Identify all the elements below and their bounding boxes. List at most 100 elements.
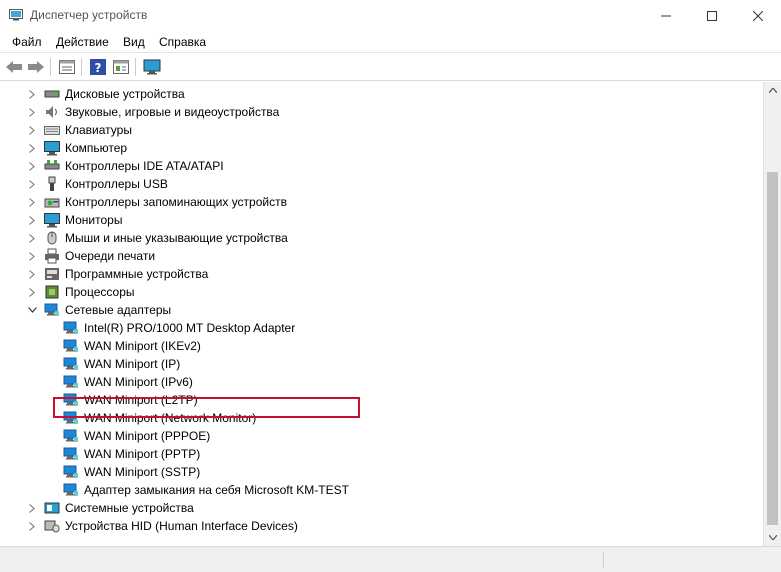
tree-item-label: Контроллеры IDE ATA/ATAPI — [65, 159, 224, 173]
tree-item-label: Сетевые адаптеры — [65, 303, 172, 317]
expand-toggle[interactable] — [27, 251, 37, 261]
view-icon — [113, 60, 129, 74]
tree-item-label: Контроллеры USB — [65, 177, 168, 191]
menu-action[interactable]: Действие — [56, 35, 109, 49]
expand-toggle[interactable] — [27, 125, 37, 135]
tree-item-label: WAN Miniport (PPTP) — [84, 447, 201, 461]
expand-toggle[interactable] — [27, 521, 37, 531]
menu-view[interactable]: Вид — [123, 35, 145, 49]
menu-file[interactable]: Файл — [12, 35, 42, 49]
usb-icon — [48, 176, 56, 191]
properties-button[interactable] — [57, 57, 77, 77]
expand-toggle[interactable] — [27, 107, 37, 117]
monitor-scan-icon — [143, 59, 161, 75]
printer-icon — [45, 248, 59, 264]
network-adapter-icon — [63, 429, 78, 442]
toolbar: ? — [0, 53, 781, 81]
tree-item-label: Очереди печати — [65, 249, 156, 263]
ide-controller-icon — [44, 160, 60, 170]
tree-item-label: WAN Miniport (PPPOE) — [84, 429, 211, 443]
toolbar-separator — [50, 58, 51, 76]
chevron-right-icon — [29, 287, 35, 297]
chevron-right-icon — [29, 143, 35, 153]
scroll-up-button[interactable] — [764, 82, 781, 99]
expand-toggle[interactable] — [27, 197, 37, 207]
tree-item-label: Адаптер замыкания на себя Microsoft KM-T… — [84, 483, 349, 497]
status-bar — [0, 546, 781, 572]
menu-help[interactable]: Справка — [159, 35, 206, 49]
chevron-right-icon — [29, 89, 35, 99]
tree-item-label: Звуковые, игровые и видеоустройства — [65, 105, 280, 119]
chevron-down-icon — [768, 535, 777, 540]
storage-controller-icon — [44, 198, 60, 208]
collapse-toggle[interactable] — [27, 305, 37, 315]
chevron-right-icon — [29, 125, 35, 135]
expand-toggle[interactable] — [27, 287, 37, 297]
minimize-button[interactable] — [643, 0, 689, 31]
back-arrow-icon — [6, 61, 22, 73]
monitor-icon — [44, 213, 60, 228]
hid-icon — [44, 520, 60, 533]
hid-icon-wrapper — [44, 518, 60, 537]
tree-item-label: Устройства HID (Human Interface Devices) — [65, 519, 298, 533]
tree-item-label: WAN Miniport (IPv6) — [84, 375, 193, 389]
tree-item-label: WAN Miniport (IP) — [84, 357, 181, 371]
toolbar-separator — [135, 58, 136, 76]
svg-text:?: ? — [95, 61, 102, 75]
maximize-button[interactable] — [689, 0, 735, 31]
help-button[interactable]: ? — [88, 57, 108, 77]
tree-item-label: Программные устройства — [65, 267, 209, 281]
tree-item-label: Мониторы — [65, 213, 123, 227]
chevron-right-icon — [29, 179, 35, 189]
tree-item-label: Клавиатуры — [65, 123, 132, 137]
tree-item-label: Мыши и иные указывающие устройства — [65, 231, 288, 245]
title-bar: Диспетчер устройств — [0, 0, 781, 31]
tree-item-label: Контроллеры запоминающих устройств — [65, 195, 287, 209]
chevron-right-icon — [29, 521, 35, 531]
highlight-annotation-box — [53, 397, 360, 418]
network-adapter-icon — [63, 321, 78, 334]
tree-item-label: WAN Miniport (SSTP) — [84, 465, 201, 479]
network-adapter-icon — [63, 483, 78, 496]
close-icon — [753, 10, 763, 21]
chevron-right-icon — [29, 503, 35, 513]
expand-toggle[interactable] — [27, 269, 37, 279]
keyboard-icon — [44, 126, 60, 135]
maximize-icon — [707, 10, 717, 21]
expand-toggle[interactable] — [27, 161, 37, 171]
back-button[interactable] — [4, 57, 24, 77]
vertical-scrollbar[interactable] — [763, 82, 781, 546]
close-button[interactable] — [735, 0, 781, 31]
toolbar-separator — [81, 58, 82, 76]
scan-hardware-button[interactable] — [142, 57, 162, 77]
scroll-thumb[interactable] — [767, 172, 778, 525]
forward-button[interactable] — [26, 57, 46, 77]
disk-drive-icon — [44, 90, 60, 98]
window-title: Диспетчер устройств — [30, 8, 148, 22]
chevron-right-icon — [29, 161, 35, 171]
tree-item-label: Процессоры — [65, 285, 135, 299]
expand-toggle[interactable] — [27, 503, 37, 513]
expand-toggle[interactable] — [27, 215, 37, 225]
processor-icon — [45, 285, 59, 299]
network-adapter-icon — [63, 375, 78, 388]
properties-icon — [59, 60, 75, 74]
tree-item-label: Системные устройства — [65, 501, 194, 515]
scroll-down-button[interactable] — [764, 529, 781, 546]
computer-icon — [44, 141, 60, 156]
expand-toggle[interactable] — [27, 233, 37, 243]
chevron-right-icon — [29, 251, 35, 261]
network-adapter-icon — [63, 339, 78, 352]
software-device-icon — [45, 268, 59, 280]
forward-arrow-icon — [28, 61, 44, 73]
chevron-right-icon — [29, 107, 35, 117]
expand-toggle[interactable] — [27, 179, 37, 189]
expand-toggle[interactable] — [27, 143, 37, 153]
tree-item-label: Intel(R) PRO/1000 MT Desktop Adapter — [84, 321, 296, 335]
device-tree: Дисковые устройства Звуковые, игровые и в… — [0, 82, 763, 546]
expand-toggle[interactable] — [27, 89, 37, 99]
view-button[interactable] — [111, 57, 131, 77]
minimize-icon — [661, 15, 671, 16]
chevron-down-icon — [27, 307, 37, 313]
chevron-right-icon — [29, 197, 35, 207]
